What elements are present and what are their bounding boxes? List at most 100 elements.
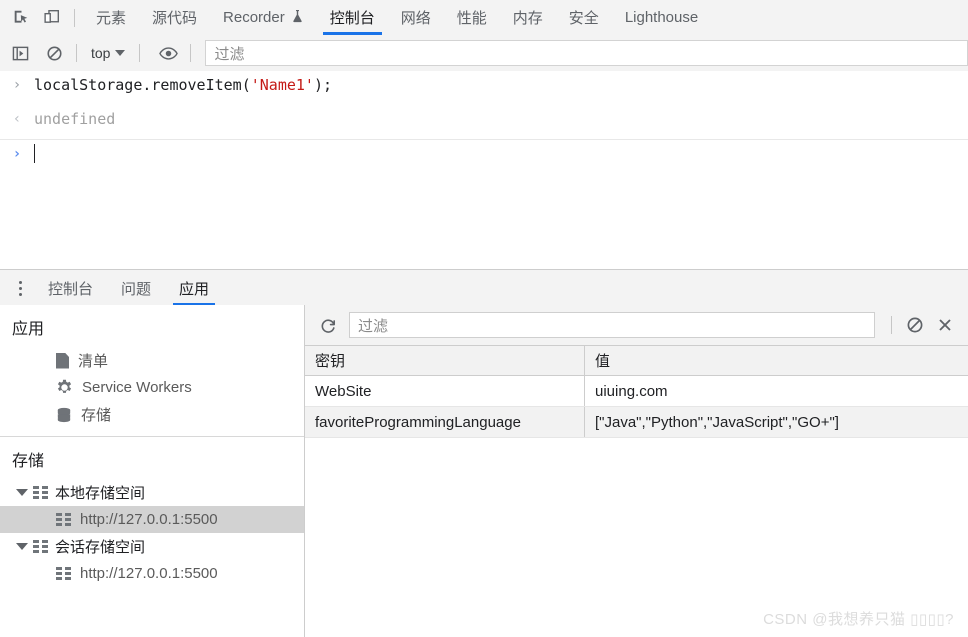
tab-label: Recorder [223, 9, 285, 26]
console-output: › localStorage.removeItem('Name1'); ‹ un… [0, 71, 968, 269]
sidebar-item-label: http://127.0.0.1:5500 [80, 511, 218, 528]
toolbar-divider [76, 44, 77, 62]
chevron-down-icon[interactable] [16, 489, 28, 496]
table-row[interactable]: WebSite uiuing.com [305, 376, 968, 407]
drawer-tab-application[interactable]: 应用 [165, 271, 223, 306]
console-toolbar: top 过滤 [0, 35, 968, 72]
sidebar-section-application: 应用 [12, 321, 45, 338]
toolbar-divider [74, 8, 75, 27]
clear-console-icon[interactable] [40, 40, 68, 66]
devtools-tab-bar: 元素 源代码 Recorder 控制台 网络 性能 内存 安全 Lighthou… [0, 0, 968, 36]
sidebar-item-label: 会话存储空间 [55, 539, 146, 556]
drawer-tab-label: 问题 [121, 280, 152, 298]
live-expression-icon[interactable] [154, 40, 182, 66]
tab-memory[interactable]: 内存 [500, 1, 556, 35]
sidebar-item-label: 清单 [78, 353, 109, 370]
refresh-icon[interactable] [313, 311, 343, 339]
cell-key[interactable]: favoriteProgrammingLanguage [305, 407, 585, 437]
inspect-element-icon[interactable] [6, 4, 36, 32]
cell-value[interactable]: uiuing.com [585, 376, 968, 406]
toolbar-divider [139, 44, 141, 62]
tab-label: 网络 [400, 10, 431, 27]
grid-icon [56, 567, 71, 580]
sidebar-item-storage[interactable]: 存储 [0, 401, 304, 428]
tab-label: 元素 [96, 10, 127, 27]
database-icon [56, 407, 72, 423]
sidebar-item-label: Service Workers [82, 379, 192, 396]
code-string-token: 'Name1' [250, 76, 314, 94]
tab-label: 安全 [568, 10, 599, 27]
toolbar-divider [190, 44, 192, 62]
sidebar-item-label: http://127.0.0.1:5500 [80, 565, 218, 582]
drawer-tab-bar: 控制台 问题 应用 [0, 269, 968, 307]
table-header-row: 密钥 值 [305, 346, 968, 376]
storage-content: 过滤 密钥 值 WebSite uiuing.com favoriteProgr… [305, 305, 968, 637]
sidebar-item-manifest[interactable]: 清单 [0, 347, 304, 374]
input-arrow-icon: › [12, 77, 22, 93]
devtools-window: 元素 源代码 Recorder 控制台 网络 性能 内存 安全 Lighthou… [0, 0, 968, 637]
sidebar-item-label: 本地存储空间 [55, 485, 146, 502]
sidebar-item-session-storage[interactable]: 会话存储空间 [0, 533, 304, 560]
storage-table: 密钥 值 WebSite uiuing.com favoriteProgramm… [305, 346, 968, 438]
grid-icon [56, 513, 71, 526]
application-panel: 应用 清单 Service Workers 存储 存储 本地存储空间 http:… [0, 305, 968, 637]
more-options-icon[interactable] [6, 274, 34, 302]
tab-label: 内存 [512, 10, 543, 27]
drawer-tab-issues[interactable]: 问题 [107, 271, 165, 306]
sidebar-item-service-workers[interactable]: Service Workers [0, 374, 304, 401]
console-input-entry[interactable]: › localStorage.removeItem('Name1'); [0, 71, 968, 105]
tab-security[interactable]: 安全 [556, 1, 612, 35]
tab-performance[interactable]: 性能 [444, 1, 500, 35]
storage-filter-placeholder: 过滤 [358, 317, 389, 335]
storage-toolbar: 过滤 [305, 305, 968, 346]
column-header-value[interactable]: 值 [585, 346, 968, 375]
clear-all-icon[interactable] [900, 311, 930, 339]
sidebar-item-local-storage-origin[interactable]: http://127.0.0.1:5500 [0, 506, 304, 533]
toolbar-divider [891, 316, 892, 334]
delete-selected-icon[interactable] [930, 311, 960, 339]
tab-recorder[interactable]: Recorder [210, 1, 317, 35]
sidebar-item-session-storage-origin[interactable]: http://127.0.0.1:5500 [0, 560, 304, 587]
sidebar-section-storage: 存储 [12, 453, 45, 470]
console-input-code: localStorage.removeItem('Name1'); [34, 74, 332, 96]
manifest-doc-icon [56, 352, 69, 369]
chevron-down-icon[interactable] [16, 543, 28, 550]
tab-label: 控制台 [329, 10, 375, 27]
console-result-entry: ‹ undefined [0, 105, 968, 140]
prompt-arrow-icon: › [12, 146, 22, 162]
sidebar-item-label: 存储 [81, 407, 112, 424]
drawer-tab-console[interactable]: 控制台 [34, 271, 107, 306]
execution-context-selector[interactable]: top [85, 41, 131, 65]
console-result-value: undefined [34, 110, 116, 128]
application-sidebar: 应用 清单 Service Workers 存储 存储 本地存储空间 http:… [0, 305, 305, 637]
console-filter-placeholder: 过滤 [214, 45, 245, 63]
tab-lighthouse[interactable]: Lighthouse [612, 1, 711, 35]
drawer-tab-label: 控制台 [48, 280, 94, 298]
tab-sources[interactable]: 源代码 [139, 1, 210, 35]
sidebar-item-local-storage[interactable]: 本地存储空间 [0, 479, 304, 506]
tab-label: 源代码 [152, 10, 198, 27]
console-sidebar-icon[interactable] [6, 40, 34, 66]
tab-network[interactable]: 网络 [388, 1, 444, 35]
console-filter-input[interactable]: 过滤 [205, 40, 968, 66]
storage-filter-input[interactable]: 过滤 [349, 312, 875, 338]
cell-key[interactable]: WebSite [305, 376, 585, 406]
device-toolbar-icon[interactable] [36, 4, 66, 32]
grid-icon [33, 486, 48, 499]
code-suffix: ); [313, 76, 333, 94]
tab-label: 性能 [456, 10, 487, 27]
console-prompt-row[interactable]: › [0, 140, 968, 174]
table-row[interactable]: favoriteProgrammingLanguage ["Java","Pyt… [305, 407, 968, 438]
flask-icon [291, 9, 304, 27]
output-arrow-icon: ‹ [12, 111, 22, 127]
cell-value[interactable]: ["Java","Python","JavaScript","GO+"] [585, 407, 968, 437]
column-header-key[interactable]: 密钥 [305, 346, 585, 375]
gear-icon [56, 379, 73, 396]
table-empty-space [305, 438, 968, 637]
chevron-down-icon [115, 50, 126, 56]
tab-elements[interactable]: 元素 [83, 1, 139, 35]
tab-label: Lighthouse [624, 9, 699, 26]
console-prompt-input[interactable] [34, 143, 35, 165]
grid-icon [33, 540, 48, 553]
tab-console[interactable]: 控制台 [317, 1, 388, 35]
